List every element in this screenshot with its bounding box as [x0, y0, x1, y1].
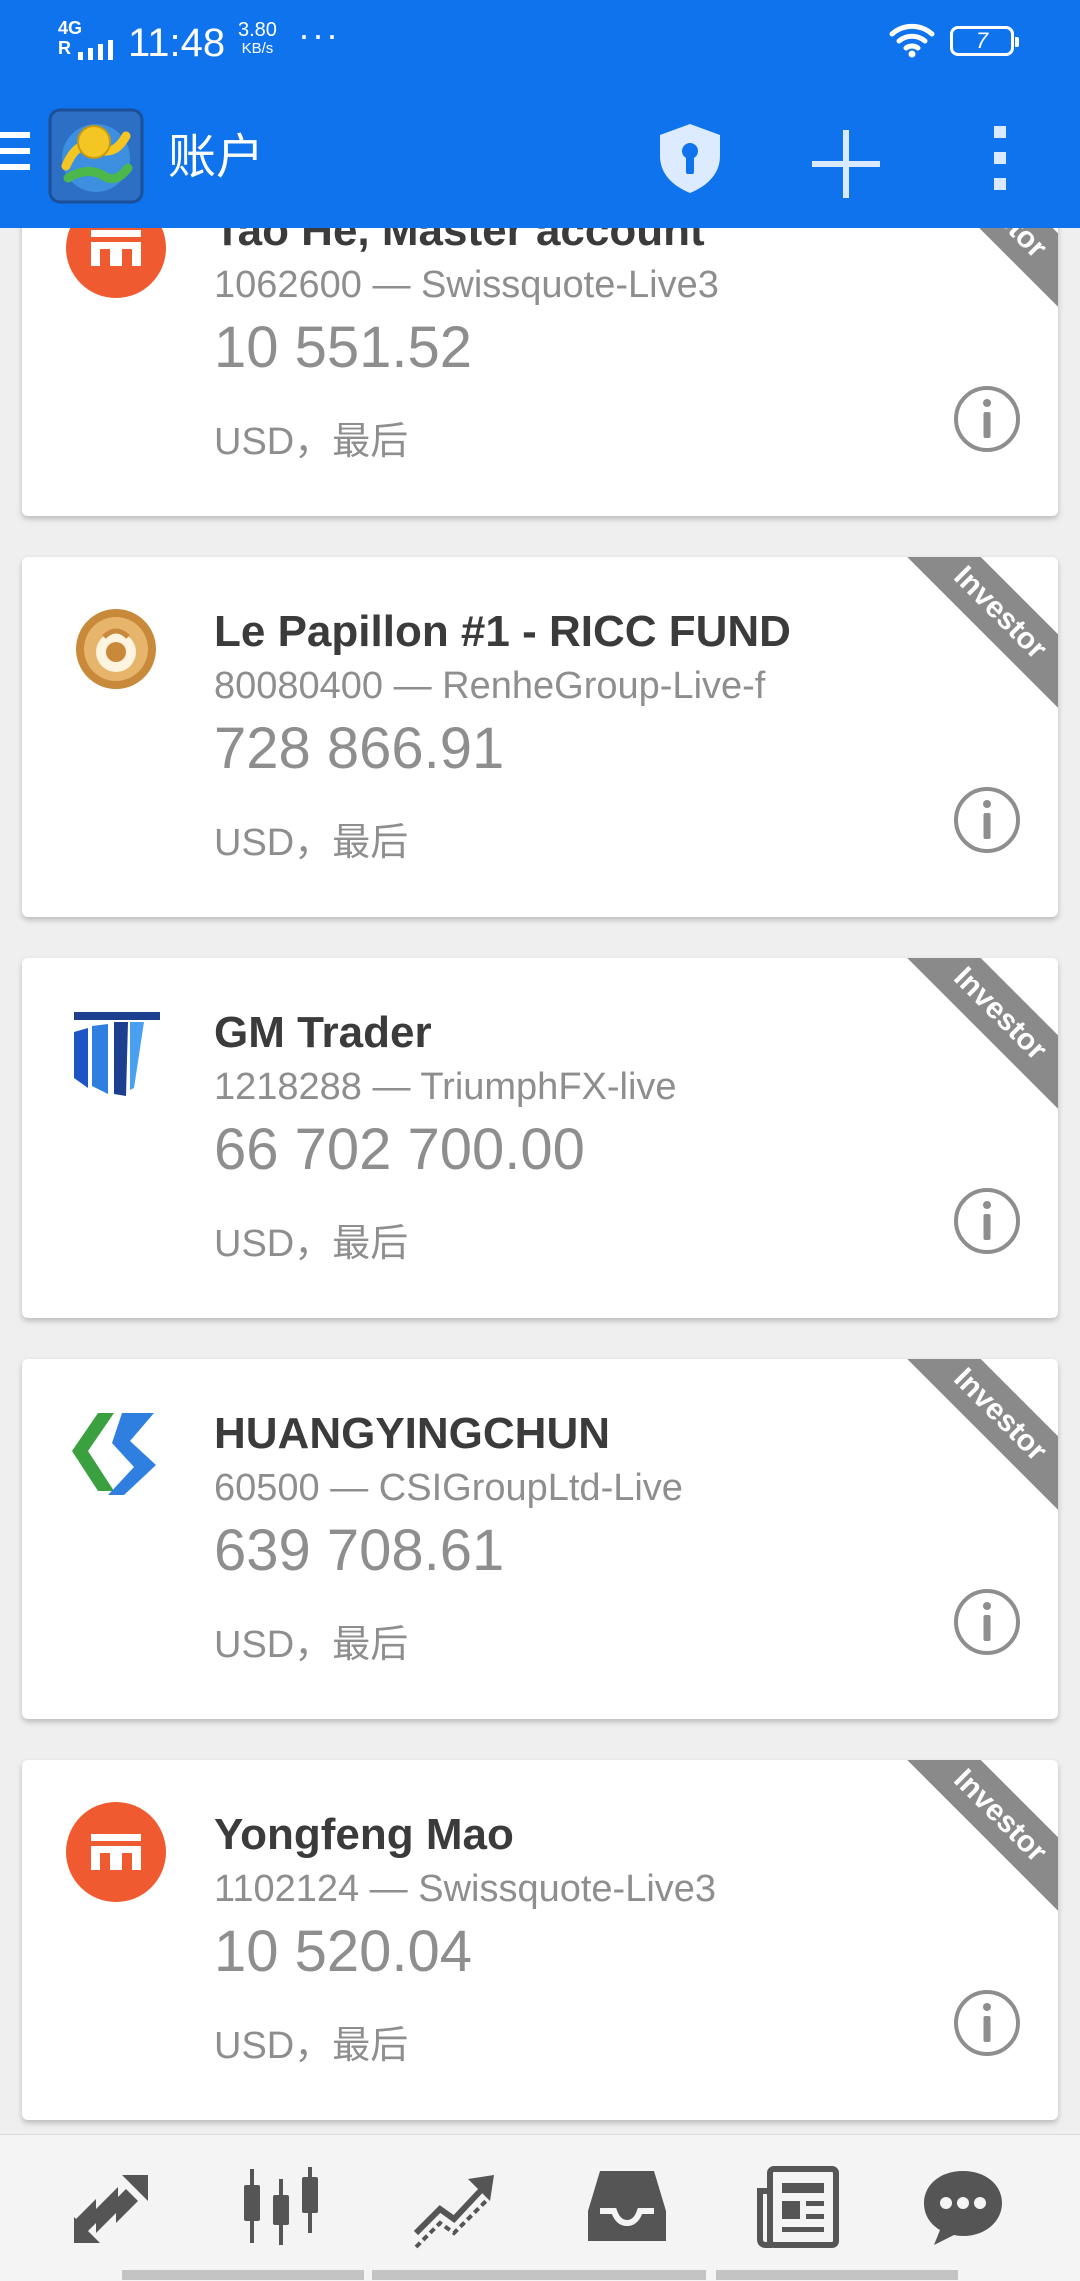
wifi-icon	[889, 23, 935, 58]
swissquote-logo-icon	[66, 1802, 166, 1902]
more-vertical-icon	[994, 126, 1006, 190]
info-icon[interactable]	[952, 1186, 1022, 1256]
account-card[interactable]: Le Papillon #1 - RICC FUND 80080400 — Re…	[22, 557, 1058, 917]
account-card[interactable]: HUANGYINGCHUN 60500 — CSIGroupLtd-Live 6…	[22, 1359, 1058, 1719]
quotes-icon	[74, 2175, 148, 2243]
account-name: Le Papillon #1 - RICC FUND	[214, 607, 791, 656]
account-name: Yongfeng Mao	[214, 1810, 514, 1859]
shield-lock-icon	[660, 124, 720, 193]
account-name: Tao He, Master account	[214, 228, 705, 255]
account-balance: 10 551.52	[214, 315, 473, 380]
investor-badge: Investor	[896, 958, 1058, 1118]
network-speed-unit: KB/s	[241, 40, 274, 57]
account-balance: 66 702 700.00	[214, 1117, 585, 1182]
add-account-button[interactable]	[806, 124, 886, 204]
nav-news-button[interactable]	[754, 2161, 844, 2251]
gesture-bar-right	[716, 2270, 958, 2280]
signal-icon	[78, 40, 113, 60]
info-icon[interactable]	[952, 384, 1022, 454]
chat-icon	[924, 2171, 1002, 2245]
more-options-button[interactable]	[980, 122, 1020, 202]
account-currency: USD，最后	[214, 1223, 409, 1265]
info-icon[interactable]	[952, 1988, 1022, 2058]
app-bar: 账户	[0, 88, 1080, 228]
status-bar: 4G R 11:48 3.80 KB/s ··· 7	[0, 0, 1080, 88]
nav-history-button[interactable]	[582, 2161, 672, 2251]
nav-trade-button[interactable]	[410, 2161, 500, 2251]
bottom-navigation	[0, 2134, 1080, 2281]
info-icon[interactable]	[952, 1587, 1022, 1657]
nav-chart-button[interactable]	[236, 2161, 326, 2251]
history-icon	[588, 2171, 666, 2241]
chart-icon	[244, 2167, 318, 2245]
account-server: 1102124 — Swissquote-Live3	[214, 1868, 717, 1910]
account-name: HUANGYINGCHUN	[214, 1409, 610, 1458]
menu-button[interactable]	[0, 132, 30, 182]
investor-badge: Investor	[896, 228, 1058, 316]
nav-chat-button[interactable]	[918, 2161, 1008, 2251]
metatrader-logo-icon	[48, 108, 144, 204]
renhe-logo-icon	[76, 609, 156, 689]
network-speed: 3.80 KB/s	[238, 20, 277, 58]
swissquote-logo-icon	[66, 228, 166, 298]
account-balance: 639 708.61	[214, 1518, 505, 1583]
investor-badge: Investor	[896, 1760, 1058, 1920]
account-card[interactable]: Tao He, Master account 1062600 — Swissqu…	[22, 228, 1058, 516]
gesture-bar-center	[372, 2270, 706, 2280]
account-card[interactable]: Yongfeng Mao 1102124 — Swissquote-Live3 …	[22, 1760, 1058, 2120]
trade-icon	[413, 2175, 494, 2249]
news-icon	[757, 2166, 839, 2248]
csi-logo-icon	[72, 1413, 156, 1495]
investor-badge: Investor	[896, 1359, 1058, 1519]
account-server: 1062600 — Swissquote-Live3	[214, 264, 719, 306]
info-icon[interactable]	[952, 785, 1022, 855]
investor-badge: Investor	[896, 557, 1058, 717]
account-currency: USD，最后	[214, 822, 409, 864]
network-type: 4G	[58, 18, 83, 38]
account-balance: 728 866.91	[214, 716, 505, 781]
account-currency: USD，最后	[214, 2025, 409, 2067]
security-button[interactable]	[650, 118, 730, 198]
account-list[interactable]: Tao He, Master account 1062600 — Swissqu…	[0, 228, 1080, 2134]
account-server: 60500 — CSIGroupLtd-Live	[214, 1467, 683, 1509]
page-title: 账户	[168, 131, 265, 184]
status-time: 11:48	[128, 21, 226, 65]
account-server: 1218288 — TriumphFX-live	[214, 1066, 677, 1108]
plus-icon	[812, 130, 880, 198]
battery-icon: 7	[950, 26, 1019, 56]
account-server: 80080400 — RenheGroup-Live-f	[214, 665, 766, 707]
more-notifications-icon: ···	[298, 14, 340, 55]
triumphfx-logo-icon	[74, 1012, 160, 1096]
account-balance: 10 520.04	[214, 1919, 473, 1984]
nav-quotes-button[interactable]	[66, 2161, 156, 2251]
account-currency: USD，最后	[214, 421, 409, 463]
gesture-bar-left	[122, 2270, 364, 2280]
account-card[interactable]: GM Trader 1218288 — TriumphFX-live 66 70…	[22, 958, 1058, 1318]
account-name: GM Trader	[214, 1008, 432, 1057]
app-logo	[48, 108, 144, 204]
network-speed-value: 3.80	[238, 19, 277, 41]
account-currency: USD，最后	[214, 1624, 409, 1666]
